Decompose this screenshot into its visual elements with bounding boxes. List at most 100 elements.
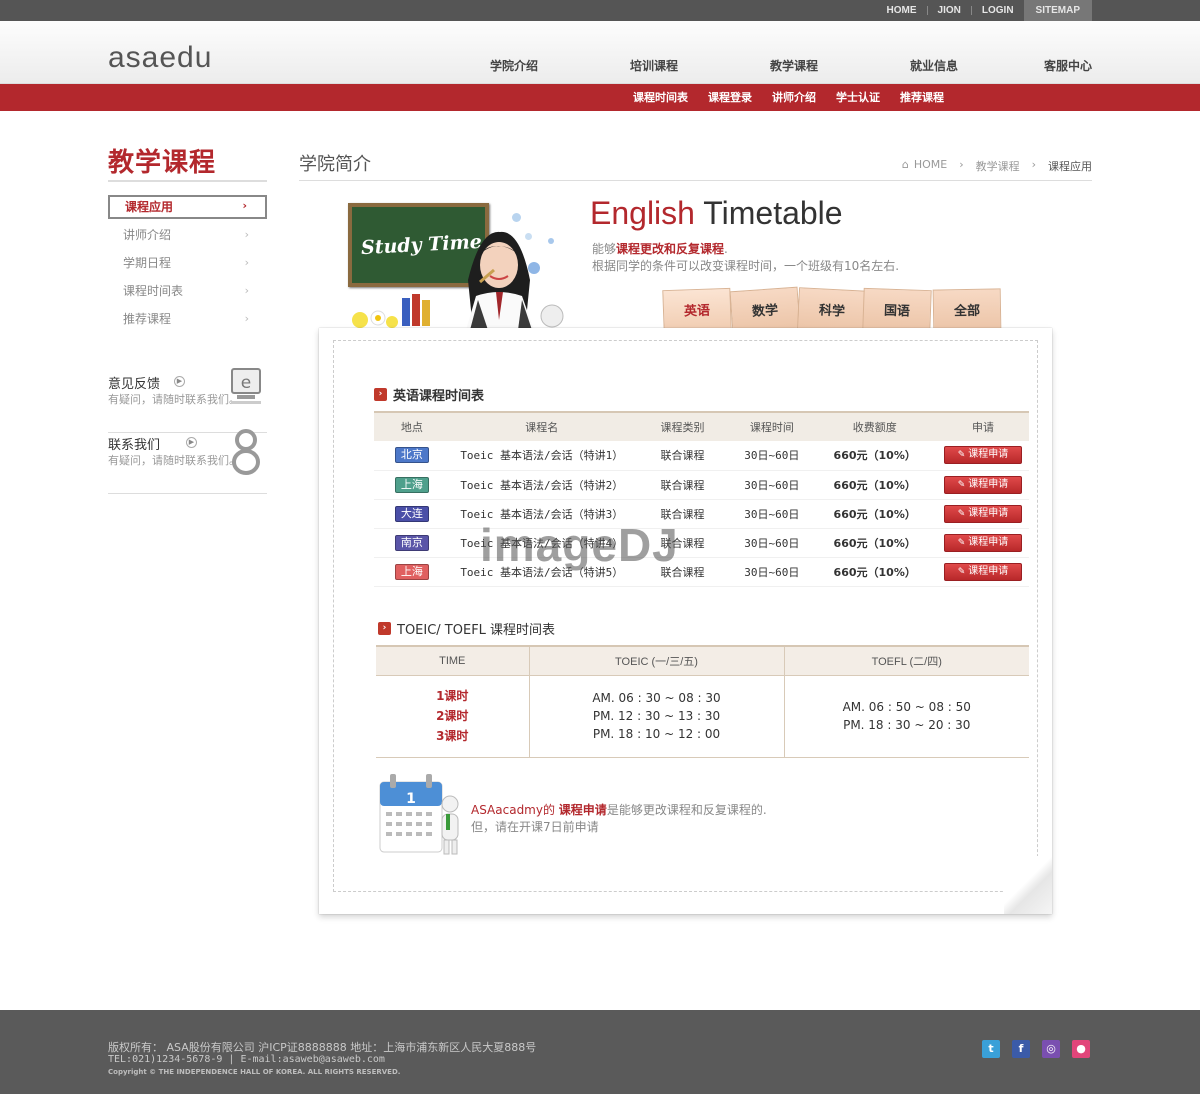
course-fee: 660元（10%） — [812, 470, 937, 500]
tab-korean[interactable]: 国语 — [862, 287, 932, 333]
breadcrumb-home[interactable]: ⌂ HOME — [902, 158, 947, 174]
col-header: 课程时间 — [731, 411, 813, 441]
edit-icon: ✎ — [957, 566, 966, 577]
sidebar-item-course-apply[interactable]: 课程应用 › — [108, 195, 267, 219]
course-fee: 660元（10%） — [812, 441, 937, 471]
twitter-icon[interactable]: t — [982, 1040, 1000, 1058]
toeic-toefl-heading: › TOEIC/ TOEFL 课程时间表 — [378, 619, 555, 638]
watermark: imageDJ — [480, 519, 679, 571]
gnb-item-courses[interactable]: 教学课程 — [770, 57, 818, 74]
sidebar-menu: 课程应用 › 讲师介绍 › 学期日程 › 课程时间表 › 推荐课程 › — [108, 195, 267, 335]
sidebar-item-schedule[interactable]: 学期日程 › — [108, 251, 267, 279]
course-apply-button[interactable]: ✎ 课程申请 — [943, 475, 1022, 494]
divider — [299, 180, 1092, 181]
subnav-item-instructors[interactable]: 讲师介绍 — [762, 84, 826, 111]
table-row: 南京 Toeic 基本语法/会话（特讲4） 联合课程 30日~60日 660元（… — [374, 528, 1029, 558]
col-header: TOEIC (一/三/五) — [528, 645, 784, 676]
course-time: 30日~60日 — [731, 499, 813, 529]
col-header: 申请 — [936, 411, 1029, 441]
gnb-item-training[interactable]: 培训课程 — [630, 57, 678, 74]
location-badge: 上海 — [394, 563, 429, 580]
course-name: Toeic 基本语法/会话（特讲1） — [449, 441, 634, 471]
col-header: 收费额度 — [812, 411, 937, 441]
hero-title: English Timetable — [590, 195, 843, 231]
subnav-item-register[interactable]: 课程登录 — [698, 84, 762, 111]
toeic-times-cell: AM. 06 : 30 ~ 08 : 30 PM. 12 : 30 ~ 13 :… — [528, 675, 784, 757]
sitemap-link[interactable]: SITEMAP — [1023, 0, 1092, 21]
table-row: 上海 Toeic 基本语法/会话（特讲5） 联合课程 30日~60日 660元（… — [374, 557, 1029, 587]
course-apply-button[interactable]: ✎ 课程申请 — [943, 504, 1022, 523]
course-time: 30日~60日 — [731, 470, 813, 500]
edit-icon: ✎ — [957, 450, 966, 461]
student-illustration — [466, 231, 564, 330]
course-type: 联合课程 — [633, 470, 732, 500]
toeic-toefl-table: TIME TOEIC (一/三/五) TOEFL (二/四) 1课时 2课时 3… — [376, 645, 1029, 758]
page-curl-decoration — [1004, 856, 1052, 914]
sidebar-item-instructors[interactable]: 讲师介绍 › — [108, 223, 267, 251]
footer-copyright: Copyright © THE INDEPENDENCE HALL OF KOR… — [108, 1068, 401, 1076]
course-apply-button[interactable]: ✎ 课程申请 — [943, 446, 1022, 465]
contact-box[interactable]: 联系我们 ▶ 有疑问，请随时联系我们。 — [108, 429, 267, 494]
sidebar-item-timetable[interactable]: 课程时间表 › — [108, 279, 267, 307]
home-link[interactable]: HOME — [877, 0, 927, 21]
monitor-e-icon: e — [231, 368, 261, 404]
facebook-icon[interactable]: f — [1012, 1040, 1030, 1058]
course-apply-button[interactable]: ✎ 课程申请 — [943, 562, 1022, 581]
location-badge: 上海 — [394, 476, 429, 493]
sidebar-item-label: 讲师介绍 — [123, 228, 172, 242]
col-header: 地点 — [374, 411, 450, 441]
col-header: TOEFL (二/四) — [783, 645, 1029, 676]
english-course-table: 地点 课程名 课程类别 课程时间 收费额度 申请 北京 Toeic 基本语法/会… — [374, 411, 1029, 587]
table-row: 大连 Toeic 基本语法/会话（特讲3） 联合课程 30日~60日 660元（… — [374, 499, 1029, 529]
subnav-item-recommended[interactable]: 推荐课程 — [890, 84, 954, 111]
course-fee: 660元（10%） — [812, 557, 937, 587]
sidebar-title: 教学课程 — [108, 148, 217, 178]
sidebar-item-label: 学期日程 — [123, 256, 172, 270]
table-header-row: TIME TOEIC (一/三/五) TOEFL (二/四) — [376, 645, 1029, 676]
svg-text:1: 1 — [406, 791, 416, 807]
gnb-item-support[interactable]: 客服中心 — [1044, 57, 1092, 74]
contact-title: 联系我们 — [108, 438, 161, 453]
tab-all[interactable]: 全部 — [932, 288, 1002, 332]
chevron-right-icon: › — [242, 199, 247, 212]
svg-text:e: e — [241, 373, 251, 393]
location-badge: 北京 — [394, 447, 429, 464]
chevron-right-icon: › — [244, 256, 249, 269]
hero-desc-1: 能够课程更改和反复课程. — [592, 242, 728, 256]
gnb-item-jobs[interactable]: 就业信息 — [910, 57, 958, 74]
sidebar-item-recommended[interactable]: 推荐课程 › — [108, 307, 267, 335]
course-name: Toeic 基本语法/会话（特讲2） — [449, 470, 634, 500]
tab-science[interactable]: 科学 — [796, 287, 868, 333]
sidebar-item-label: 推荐课程 — [123, 312, 172, 326]
subnav-item-timetable[interactable]: 课程时间表 — [623, 84, 698, 111]
me2day-icon[interactable]: ◎ — [1042, 1040, 1060, 1058]
breadcrumb-item[interactable]: 教学课程 — [976, 158, 1020, 174]
flowers-books-illustration — [352, 294, 430, 328]
gnb-item-academy[interactable]: 学院介绍 — [490, 57, 538, 74]
course-apply-button[interactable]: ✎ 课程申请 — [943, 533, 1022, 552]
feedback-box[interactable]: 意见反馈 ▶ 有疑问，请随时联系我们。 e — [108, 368, 267, 433]
blog-icon[interactable]: ● — [1072, 1040, 1090, 1058]
course-time: 30日~60日 — [731, 441, 813, 471]
tab-english[interactable]: 英语 — [662, 287, 732, 333]
footer: 版权所有： ASA股份有限公司 沪ICP证8888888 地址：上海市浦东新区人… — [0, 1010, 1200, 1094]
login-link[interactable]: LOGIN — [972, 0, 1024, 21]
toefl-times-cell: AM. 06 : 50 ~ 08 : 50 PM. 18 : 30 ~ 20 :… — [783, 675, 1029, 757]
course-fee: 660元（10%） — [812, 528, 937, 558]
social-links: t f ◎ ● — [982, 1040, 1090, 1058]
chevron-right-icon: › — [244, 228, 249, 241]
session-cell: 1课时 2课时 3课时 — [436, 689, 469, 743]
person-icon — [232, 429, 260, 475]
arrow-circle-icon: ▶ — [186, 437, 197, 448]
join-link[interactable]: JION — [928, 0, 971, 21]
tab-math[interactable]: 数学 — [729, 286, 801, 334]
chevron-right-icon: › — [244, 312, 249, 325]
contact-desc: 有疑问，请随时联系我们。 — [108, 454, 240, 467]
sub-nav-bar: 课程时间表 课程登录 讲师介绍 学士认证 推荐课程 — [0, 84, 1200, 111]
logo[interactable]: asaedu — [108, 41, 212, 75]
col-header: TIME — [376, 645, 529, 676]
sidebar-item-label: 课程时间表 — [123, 284, 184, 298]
course-time: 30日~60日 — [731, 528, 813, 558]
table-row: 上海 Toeic 基本语法/会话（特讲2） 联合课程 30日~60日 660元（… — [374, 470, 1029, 500]
subnav-item-certification[interactable]: 学士认证 — [826, 84, 890, 111]
